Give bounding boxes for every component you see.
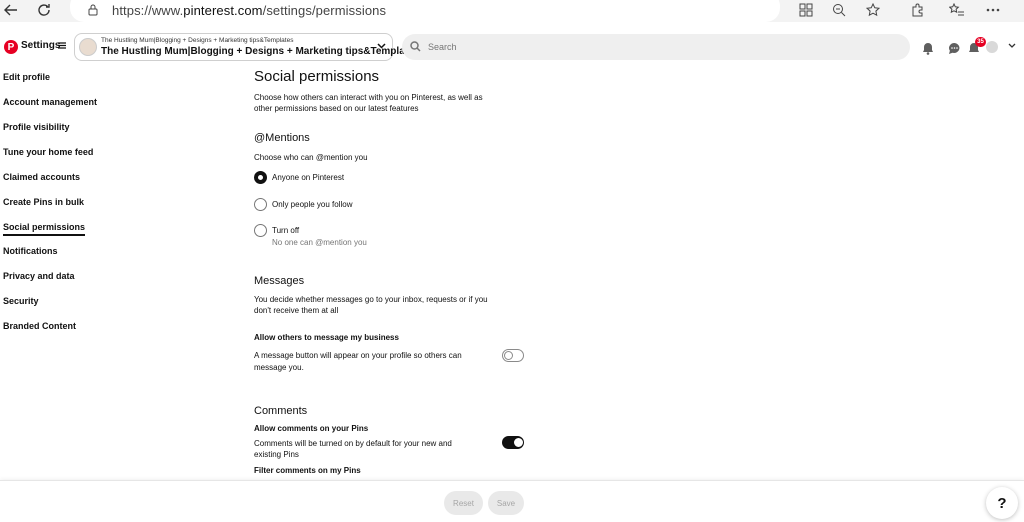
menu-icon[interactable] [58,41,66,52]
notifications-bell-icon[interactable] [920,40,936,56]
account-name: The Hustling Mum|Blogging + Designs + Ma… [101,46,420,57]
save-button[interactable]: Save [488,491,524,515]
radio-unselected[interactable] [254,224,267,237]
lock-icon [84,3,102,17]
account-menu-chevron-icon[interactable] [1008,40,1016,50]
allow-comments-desc-1: Comments will be turned on by default fo… [254,439,452,448]
turn-off-sublabel: No one can @mention you [272,238,367,247]
profile-avatar[interactable] [986,41,998,53]
allow-messages-desc-1: A message button will appear on your pro… [254,351,462,360]
radio-label: Only people you follow [272,200,353,209]
favorite-star-icon[interactable] [862,0,884,20]
settings-header: P Settings The Hustling Mum|Blogging + D… [0,28,1024,66]
radio-unselected[interactable] [254,198,267,211]
toggle-knob [504,351,513,360]
updates-badge: 35 [975,37,986,47]
messages-heading: Messages [254,275,305,287]
intro-line-1: Choose how others can interact with you … [254,93,483,102]
sidebar-item-create-pins-bulk[interactable]: Create Pins in bulk [3,197,84,207]
mention-option-anyone[interactable]: Anyone on Pinterest [254,171,344,184]
sidebar-item-tune-home-feed[interactable]: Tune your home feed [3,147,93,157]
mention-option-following[interactable]: Only people you follow [254,198,353,211]
radio-label: Anyone on Pinterest [272,173,345,182]
account-avatar [79,38,97,56]
sidebar-item-account-management[interactable]: Account management [3,97,97,107]
zoom-icon[interactable] [828,0,850,20]
favorites-icon[interactable] [946,0,968,20]
sidebar-item-social-permissions[interactable]: Social permissions [3,222,86,236]
url-text: https://www.pinterest.com/settings/permi… [112,2,387,18]
allow-comments-title: Allow comments on your Pins [254,424,369,433]
sidebar-item-notifications[interactable]: Notifications [3,246,58,256]
account-small-label: The Hustling Mum|Blogging + Designs + Ma… [101,37,294,44]
refresh-icon[interactable] [33,0,55,20]
toggle-knob [514,438,523,447]
messages-desc-line-1: You decide whether messages go to your i… [254,295,488,304]
pinterest-logo-icon[interactable]: P [4,40,18,54]
allow-messages-title: Allow others to message my business [254,333,399,342]
save-bar: Reset Save ? [0,480,1024,522]
mentions-description: Choose who can @mention you [254,153,368,162]
allow-comments-desc-2: existing Pins [254,450,299,459]
more-menu-icon[interactable] [982,0,1004,20]
search-icon [410,41,422,53]
messages-icon[interactable] [946,40,962,56]
page-title: Social permissions [254,68,380,85]
sidebar-item-edit-profile[interactable]: Edit profile [3,72,50,82]
address-bar[interactable]: https://www.pinterest.com/settings/permi… [70,0,780,22]
radio-selected[interactable] [254,171,267,184]
messages-desc-line-2: don't receive them at all [254,306,339,315]
allow-messages-toggle[interactable] [502,349,524,362]
help-button[interactable]: ? [986,487,1018,519]
sidebar-item-privacy-data[interactable]: Privacy and data [3,271,75,281]
mention-option-turn-off[interactable]: Turn off [254,224,299,237]
mentions-heading: @Mentions [254,132,310,144]
extensions-icon[interactable] [906,0,928,20]
allow-messages-desc-2: message you. [254,363,304,372]
search-bar[interactable]: Search [402,34,910,60]
browser-toolbar: https://www.pinterest.com/settings/permi… [0,0,1024,22]
account-switcher[interactable]: The Hustling Mum|Blogging + Designs + Ma… [74,33,419,61]
comments-heading: Comments [254,405,308,417]
chevron-down-icon [377,41,386,52]
back-arrow-icon[interactable] [0,0,22,20]
sidebar-item-claimed-accounts[interactable]: Claimed accounts [3,172,80,182]
allow-comments-toggle[interactable] [502,436,524,449]
reset-button[interactable]: Reset [444,491,483,515]
sidebar-item-branded-content[interactable]: Branded Content [3,321,76,331]
filter-comments-title: Filter comments on my Pins [254,466,361,475]
app-available-icon[interactable] [795,0,817,20]
radio-label: Turn off [272,226,300,235]
search-placeholder: Search [428,42,457,52]
intro-line-2: other permissions based on our latest fe… [254,104,419,113]
settings-title: Settings [21,40,61,51]
sidebar-item-security[interactable]: Security [3,296,39,306]
sidebar-item-profile-visibility[interactable]: Profile visibility [3,122,70,132]
